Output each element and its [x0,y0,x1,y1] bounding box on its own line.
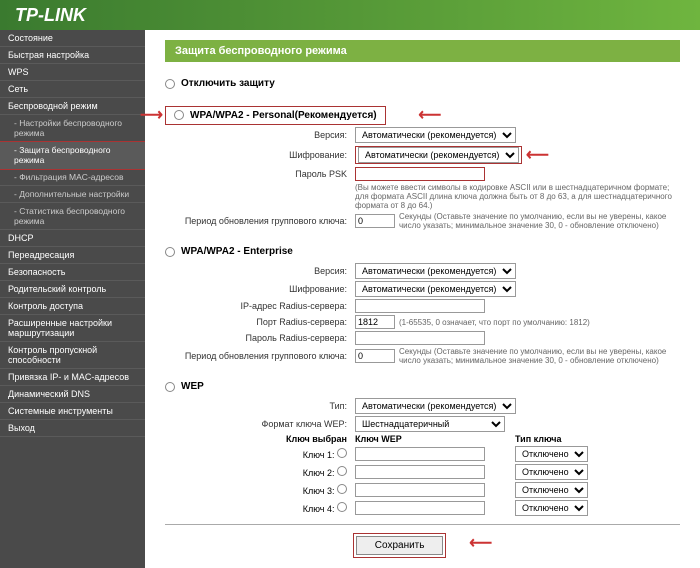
menu-network[interactable]: Сеть [0,81,145,98]
menu-quick-setup[interactable]: Быстрая настройка [0,47,145,64]
menu-security[interactable]: Безопасность [0,264,145,281]
wep-key4-input[interactable] [355,501,485,515]
section-disable[interactable]: Отключить защиту [165,74,680,93]
menu-logout[interactable]: Выход [0,420,145,437]
wep-key4-type[interactable]: Отключено [515,500,588,516]
group-key-hint: Секунды (Оставьте значение по умолчанию,… [399,212,680,230]
wep-key1-type[interactable]: Отключено [515,446,588,462]
radio-icon[interactable] [337,502,347,512]
psk-label: Пароль PSK [165,169,355,179]
section-wpa-personal[interactable]: WPA/WPA2 - Personal(Рекомендуется) [165,106,386,125]
section-wep[interactable]: WEP [165,377,680,396]
menu-wps[interactable]: WPS [0,64,145,81]
encryption-label: Шифрование: [165,150,355,160]
radius-ip-input[interactable] [355,299,485,313]
arrow-annotation: ⟵ [526,145,549,165]
radius-port-input[interactable] [355,315,395,329]
menu-routing[interactable]: Расширенные настройки маршрутизации [0,315,145,342]
menu-wireless[interactable]: Беспроводной режим [0,98,145,115]
section-wpa-enterprise[interactable]: WPA/WPA2 - Enterprise [165,242,680,261]
radio-icon[interactable] [337,484,347,494]
wep-key3-type[interactable]: Отключено [515,482,588,498]
arrow-annotation: ⟶ [140,105,163,125]
menu-wireless-security[interactable]: - Защита беспроводного режима [0,142,145,169]
wep-type-select[interactable]: Автоматически (рекомендуется) [355,398,516,414]
psk-hint: (Вы можете ввести символы в кодировке AS… [355,183,680,210]
menu-system[interactable]: Системные инструменты [0,403,145,420]
radio-icon[interactable] [165,247,175,257]
main-content: Защита беспроводного режима Отключить за… [145,30,700,568]
sidebar: Состояние Быстрая настройка WPS Сеть Бес… [0,30,145,568]
menu-ddns[interactable]: Динамический DNS [0,386,145,403]
wep-key1-input[interactable] [355,447,485,461]
radio-icon[interactable] [337,466,347,476]
menu-bandwidth[interactable]: Контроль пропускной способности [0,342,145,369]
psk-input[interactable] [355,167,485,181]
wep-format-select[interactable]: Шестнадцатеричный [355,416,505,432]
group-key-input[interactable] [355,214,395,228]
menu-forwarding[interactable]: Переадресация [0,247,145,264]
save-button[interactable]: Сохранить [356,536,444,555]
menu-dhcp[interactable]: DHCP [0,230,145,247]
arrow-annotation: ⟵ [469,535,492,552]
ent-version-select[interactable]: Автоматически (рекомендуется) [355,263,516,279]
encryption-select[interactable]: Автоматически (рекомендуется) [358,147,519,163]
wep-key3-input[interactable] [355,483,485,497]
page-title: Защита беспроводного режима [165,40,680,62]
group-key-label: Период обновления группового ключа: [165,216,355,226]
radio-icon[interactable] [165,382,175,392]
menu-access-control[interactable]: Контроль доступа [0,298,145,315]
logo: TP-LINK [15,5,86,26]
radio-icon[interactable] [165,79,175,89]
menu-wireless-settings[interactable]: - Настройки беспроводного режима [0,115,145,142]
radius-pwd-input[interactable] [355,331,485,345]
menu-wireless-stats[interactable]: - Статистика беспроводного режима [0,203,145,230]
radio-icon[interactable] [174,110,184,120]
ent-group-key-input[interactable] [355,349,395,363]
menu-mac-filter[interactable]: - Фильтрация MAC-адресов [0,169,145,186]
menu-advanced[interactable]: - Дополнительные настройки [0,186,145,203]
arrow-annotation: ⟵ [418,107,441,124]
version-select[interactable]: Автоматически (рекомендуется) [355,127,516,143]
menu-status[interactable]: Состояние [0,30,145,47]
wep-key2-type[interactable]: Отключено [515,464,588,480]
ent-encryption-select[interactable]: Автоматически (рекомендуется) [355,281,516,297]
wep-key2-input[interactable] [355,465,485,479]
radio-icon[interactable] [337,448,347,458]
header: TP-LINK [0,0,700,30]
menu-parental[interactable]: Родительский контроль [0,281,145,298]
version-label: Версия: [165,130,355,140]
menu-ip-mac[interactable]: Привязка IP- и MAC-адресов [0,369,145,386]
